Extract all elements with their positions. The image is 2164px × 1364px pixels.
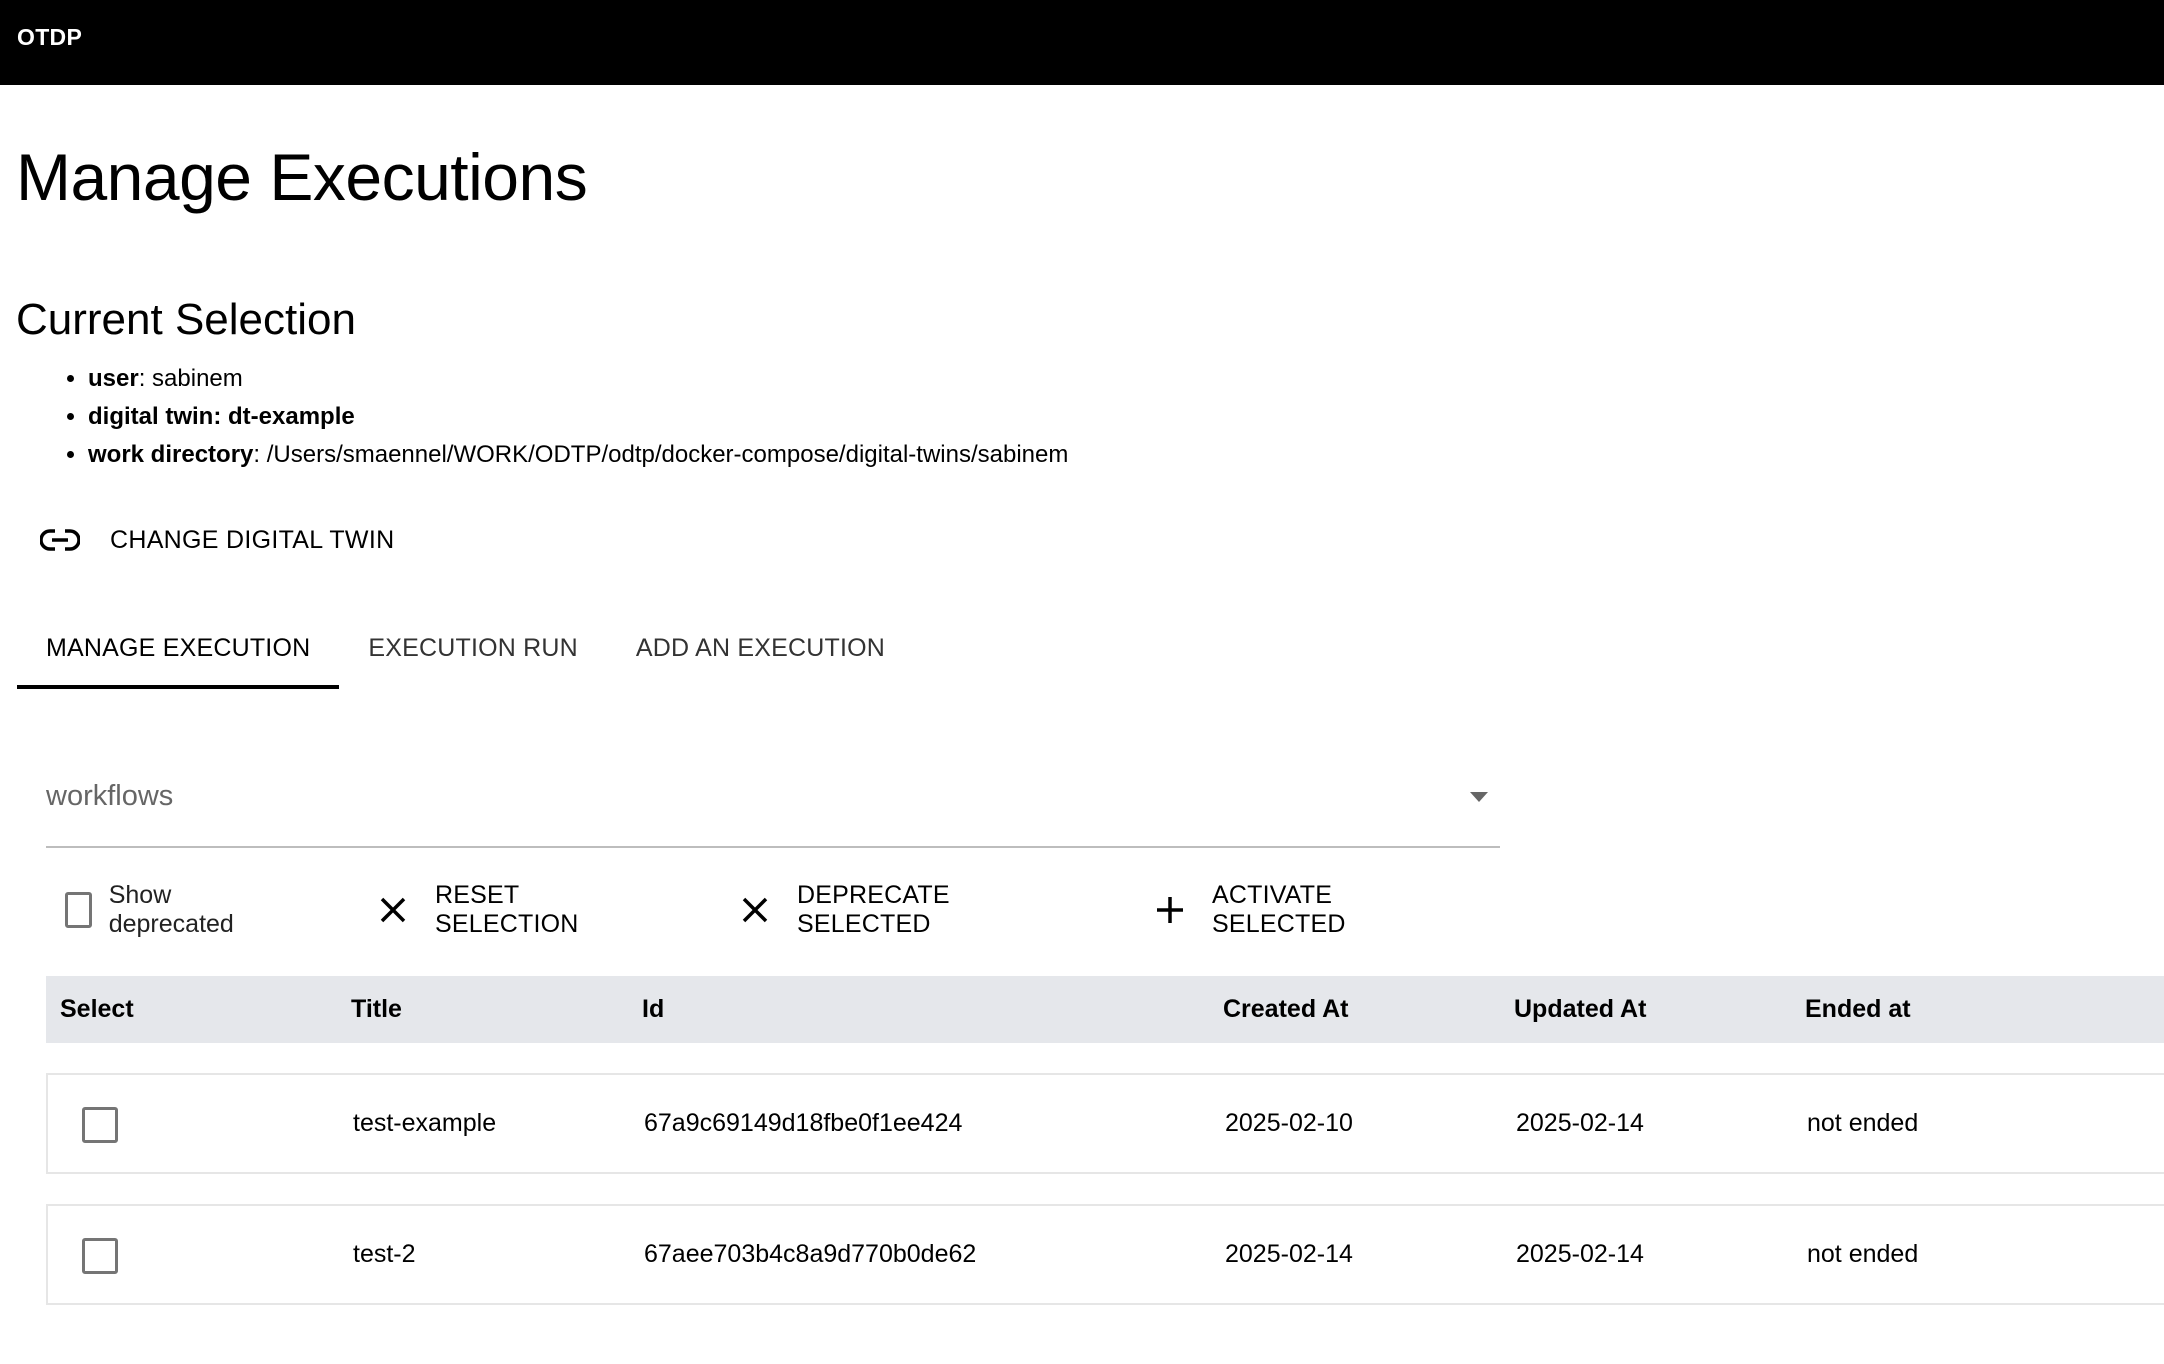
cell-title: test-example [353, 1109, 497, 1137]
change-digital-twin-button[interactable]: CHANGE DIGITAL TWIN [39, 516, 395, 564]
column-header-ended-at: Ended at [1805, 995, 1911, 1023]
tab-bar: MANAGE EXECUTION EXECUTION RUN ADD AN EX… [17, 612, 914, 689]
show-deprecated-checkbox[interactable] [65, 892, 92, 928]
column-header-created-at: Created At [1223, 995, 1349, 1023]
workflow-select[interactable]: workflows [46, 760, 1500, 848]
plus-icon [1155, 895, 1185, 925]
selection-value: /Users/smaennel/WORK/ODTP/odtp/docker-co… [266, 441, 1069, 468]
row-select-checkbox[interactable] [82, 1238, 118, 1274]
cell-updated-at: 2025-02-14 [1516, 1109, 1644, 1137]
change-digital-twin-label: CHANGE DIGITAL TWIN [110, 525, 395, 554]
current-selection-title: Current Selection [16, 295, 356, 344]
tab-execution-run[interactable]: EXECUTION RUN [339, 612, 607, 685]
close-icon [378, 895, 408, 925]
selection-item-digital-twin: digital twin: dt-example [88, 398, 1068, 436]
table-row: test-example 67a9c69149d18fbe0f1ee424 20… [46, 1073, 2164, 1174]
table-header: Select Title Id Created At Updated At En… [46, 976, 2164, 1043]
dropdown-arrow-icon [1470, 792, 1488, 802]
cell-id: 67aee703b4c8a9d770b0de62 [644, 1240, 977, 1268]
tab-add-an-execution[interactable]: ADD AN EXECUTION [607, 612, 914, 685]
show-deprecated-label: Show deprecated [108, 881, 234, 938]
link-icon [39, 528, 81, 552]
cell-ended-at: not ended [1807, 1240, 1919, 1268]
cell-created-at: 2025-02-10 [1225, 1109, 1353, 1137]
activate-selected-label: ACTIVATE SELECTED [1212, 881, 1346, 938]
cell-updated-at: 2025-02-14 [1516, 1240, 1644, 1268]
column-header-select: Select [60, 995, 134, 1023]
column-header-updated-at: Updated At [1514, 995, 1647, 1023]
page-title: Manage Executions [16, 140, 588, 214]
close-icon [740, 895, 770, 925]
selection-value: dt-example [228, 403, 355, 430]
deprecate-selected-button[interactable]: DEPRECATE SELECTED [740, 880, 950, 940]
selection-key: user [88, 365, 139, 392]
column-header-id: Id [642, 995, 665, 1023]
app-bar: OTDP [0, 0, 2164, 85]
cell-id: 67a9c69149d18fbe0f1ee424 [644, 1109, 963, 1137]
column-header-title: Title [351, 995, 402, 1023]
show-deprecated-toggle[interactable]: Show deprecated [65, 880, 243, 940]
activate-selected-button[interactable]: ACTIVATE SELECTED [1155, 880, 1346, 940]
reset-selection-label: RESET SELECTION [435, 881, 579, 938]
current-selection-list: user: sabinem digital twin: dt-example w… [40, 360, 1068, 474]
selection-item-work-directory: work directory: /Users/smaennel/WORK/ODT… [88, 436, 1068, 474]
selection-key: work directory [88, 441, 254, 468]
row-select-checkbox[interactable] [82, 1107, 118, 1143]
reset-selection-button[interactable]: RESET SELECTION [378, 880, 579, 940]
selection-item-user: user: sabinem [88, 360, 1068, 398]
selection-value: sabinem [152, 365, 243, 392]
workflow-select-value: workflows [46, 780, 174, 812]
selection-key: digital twin [88, 403, 214, 430]
cell-ended-at: not ended [1807, 1109, 1919, 1137]
cell-created-at: 2025-02-14 [1225, 1240, 1353, 1268]
cell-title: test-2 [353, 1240, 416, 1268]
table-row: test-2 67aee703b4c8a9d770b0de62 2025-02-… [46, 1204, 2164, 1305]
app-brand[interactable]: OTDP [17, 24, 82, 51]
deprecate-selected-label: DEPRECATE SELECTED [797, 881, 950, 938]
tab-manage-execution[interactable]: MANAGE EXECUTION [17, 612, 340, 689]
